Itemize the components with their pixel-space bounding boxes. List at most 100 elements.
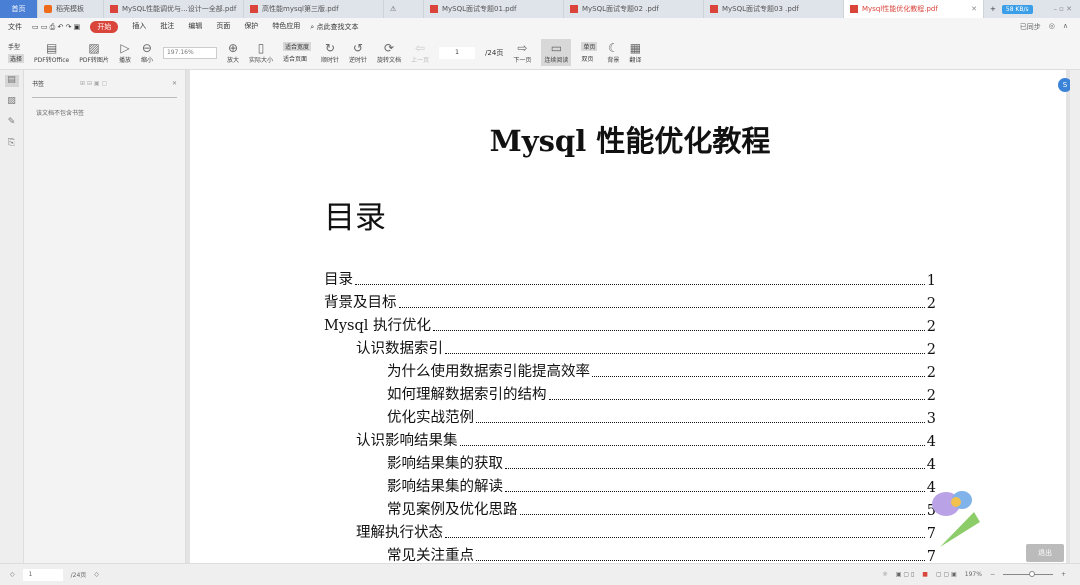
bookmark-tools-icon[interactable]: ⊞ ⊟ ▣ ▢: [80, 80, 107, 87]
toc-entry[interactable]: 认识数据索引2: [324, 335, 936, 358]
tab-home[interactable]: 首页: [0, 0, 38, 18]
tab-bar: 首页 稻壳模板 MySQL性能调优与...设计一全部.pdf 高性能mysql第三版.…: [0, 0, 1080, 18]
toc-text: 认识影响结果集: [356, 429, 458, 450]
toc-entry[interactable]: 如何理解数据索引的结构2: [324, 381, 936, 404]
select-tool[interactable]: 选择: [8, 54, 24, 63]
prev-page-button[interactable]: ⇦上一页: [411, 41, 429, 64]
toc-entry[interactable]: 影响结果集的获取4: [324, 450, 936, 473]
eye-care-icon[interactable]: ☼: [882, 571, 887, 578]
tab-pdf[interactable]: MySQL性能调优与...设计一全部.pdf: [104, 0, 244, 18]
rotate-ccw-button[interactable]: ↺逆时针: [349, 41, 367, 64]
tab-pdf[interactable]: Mysql性能优化教程.pdf✕: [844, 0, 984, 18]
toc-text: 如何理解数据索引的结构: [387, 383, 547, 404]
rotate-document-button[interactable]: ⟳旋转文档: [377, 41, 401, 64]
toc-text: Mysql 执行优化: [324, 314, 431, 335]
toc-page: 2: [927, 296, 936, 312]
arrow-right-icon: ⇨: [517, 41, 527, 55]
status-page-input[interactable]: 1: [23, 569, 63, 581]
background-button[interactable]: ☾背景: [607, 41, 619, 64]
pdf-icon: [570, 5, 578, 13]
zoom-in-button[interactable]: ⊕放大: [227, 41, 239, 64]
zoom-minus[interactable]: −: [990, 571, 995, 578]
settings-icon[interactable]: ◎: [1049, 22, 1055, 32]
collapse-icon[interactable]: ∧: [1063, 22, 1068, 32]
exit-button[interactable]: 退出: [1026, 544, 1064, 562]
sync-status[interactable]: 已同步: [1020, 22, 1041, 32]
tab-pdf[interactable]: MySQL面试专题01.pdf: [424, 0, 564, 18]
next-page-button[interactable]: ⇨下一页: [513, 41, 531, 64]
toc-page: 1: [927, 273, 936, 289]
double-page-button[interactable]: 双页: [581, 54, 597, 63]
file-menu[interactable]: 文件: [8, 22, 22, 32]
toc-entry[interactable]: 理解执行状态7: [324, 519, 936, 542]
view-mode-icons[interactable]: ▣ ▢ ▯: [896, 571, 914, 578]
toc-entry[interactable]: 常见关注重点7: [324, 542, 936, 563]
toolbar: 手型选择 ▤PDF转Office ▨PDF转图片 ▷播放 ⊖缩小 197.16%…: [0, 36, 1080, 70]
toc-entry[interactable]: 影响结果集的解读4: [324, 473, 936, 496]
new-tab-icon[interactable]: +: [990, 5, 996, 13]
zoom-in-icon: ⊕: [228, 41, 238, 55]
toc-text: 理解执行状态: [356, 521, 443, 542]
toc-leader: [505, 468, 925, 469]
zoom-plus[interactable]: +: [1061, 571, 1066, 578]
toc-entry[interactable]: 优化实战范例3: [324, 404, 936, 427]
pdf-to-office-button[interactable]: ▤PDF转Office: [34, 41, 69, 64]
tab-label: 稻壳模板: [56, 4, 84, 14]
speed-badge[interactable]: 58 KB/s: [1002, 5, 1033, 14]
pdf-icon: [850, 5, 858, 13]
thumbnail-icon[interactable]: ▨: [5, 96, 19, 108]
fit-page-button[interactable]: 适合页面: [283, 54, 311, 63]
toc-entry[interactable]: 背景及目标2: [324, 289, 936, 312]
pdf-to-image-button[interactable]: ▨PDF转图片: [79, 41, 109, 64]
toc-entry[interactable]: 认识影响结果集 4: [324, 427, 936, 450]
translate-button[interactable]: ▦翻译: [629, 41, 641, 64]
search-text[interactable]: ⌕ 点此查找文本: [310, 22, 358, 32]
menu-item[interactable]: 批注: [160, 21, 174, 33]
attachment-icon[interactable]: ⎘: [5, 138, 19, 150]
zoom-level: 197%: [965, 571, 982, 578]
left-rail: ▤ ▨ ✎ ⎘: [0, 70, 24, 563]
tab-warning[interactable]: ⚠: [384, 0, 424, 18]
single-page-button[interactable]: 单页: [581, 42, 597, 51]
toc-leader: [445, 353, 925, 354]
menu-item[interactable]: 开始: [90, 21, 118, 33]
menu-item[interactable]: 特色应用: [272, 21, 300, 33]
close-tab-icon[interactable]: ✕: [971, 5, 977, 13]
close-icon[interactable]: ✕: [172, 80, 177, 87]
toc-entry[interactable]: 常见案例及优化思路5: [324, 496, 936, 519]
next-icon[interactable]: ◇: [94, 571, 99, 578]
bookmark-panel-icon[interactable]: ▤: [5, 75, 19, 87]
toc-page: 2: [927, 365, 936, 381]
toc-entry[interactable]: Mysql 执行优化2: [324, 312, 936, 335]
tab-pdf[interactable]: 高性能mysql第三版.pdf: [244, 0, 384, 18]
zoom-input[interactable]: 197.16%: [163, 47, 217, 59]
play-icon[interactable]: ■: [922, 571, 928, 578]
scrollbar[interactable]: [1070, 70, 1080, 563]
actual-size-button[interactable]: ▯实际大小: [249, 41, 273, 64]
toc-entry[interactable]: 为什么使用数据索引能提高效率2: [324, 358, 936, 381]
tab-template[interactable]: 稻壳模板: [38, 0, 104, 18]
rotate-cw-button[interactable]: ↻顺时针: [321, 41, 339, 64]
continuous-read-button[interactable]: ▭连续阅读: [541, 39, 571, 66]
zoom-out-button[interactable]: ⊖缩小: [141, 41, 153, 64]
toc-entry[interactable]: 目录1: [324, 266, 936, 289]
menu-item[interactable]: 页面: [216, 21, 230, 33]
zoom-slider[interactable]: [1003, 574, 1053, 575]
status-bar: ◇ 1 /24页 ◇ ☼ ▣ ▢ ▯ ■ ▢ ▢ ▣ 197% − +: [0, 563, 1080, 585]
document-area: Mysql 性能优化教程 目录 目录1背景及目标2Mysql 执行优化2认识数据…: [186, 70, 1080, 563]
annotation-icon[interactable]: ✎: [5, 117, 19, 129]
tab-label: MySQL性能调优与...设计一全部.pdf: [122, 4, 236, 14]
layout-icons[interactable]: ▢ ▢ ▣: [936, 571, 957, 578]
menu-item[interactable]: 保护: [244, 21, 258, 33]
toc-page: 4: [927, 434, 936, 450]
menu-item[interactable]: 编辑: [188, 21, 202, 33]
tab-pdf[interactable]: MySQL面试专题03 .pdf: [704, 0, 844, 18]
fit-width-button[interactable]: 适合宽度: [283, 42, 311, 51]
menu-item[interactable]: 插入: [132, 21, 146, 33]
prev-icon[interactable]: ◇: [10, 571, 15, 578]
play-button[interactable]: ▷播放: [119, 41, 131, 64]
page-input[interactable]: 1: [439, 47, 475, 59]
tab-pdf[interactable]: MySQL面试专题02 .pdf: [564, 0, 704, 18]
window-controls[interactable]: – ▫ ✕: [1053, 5, 1072, 13]
hand-tool[interactable]: 手型: [8, 42, 24, 51]
